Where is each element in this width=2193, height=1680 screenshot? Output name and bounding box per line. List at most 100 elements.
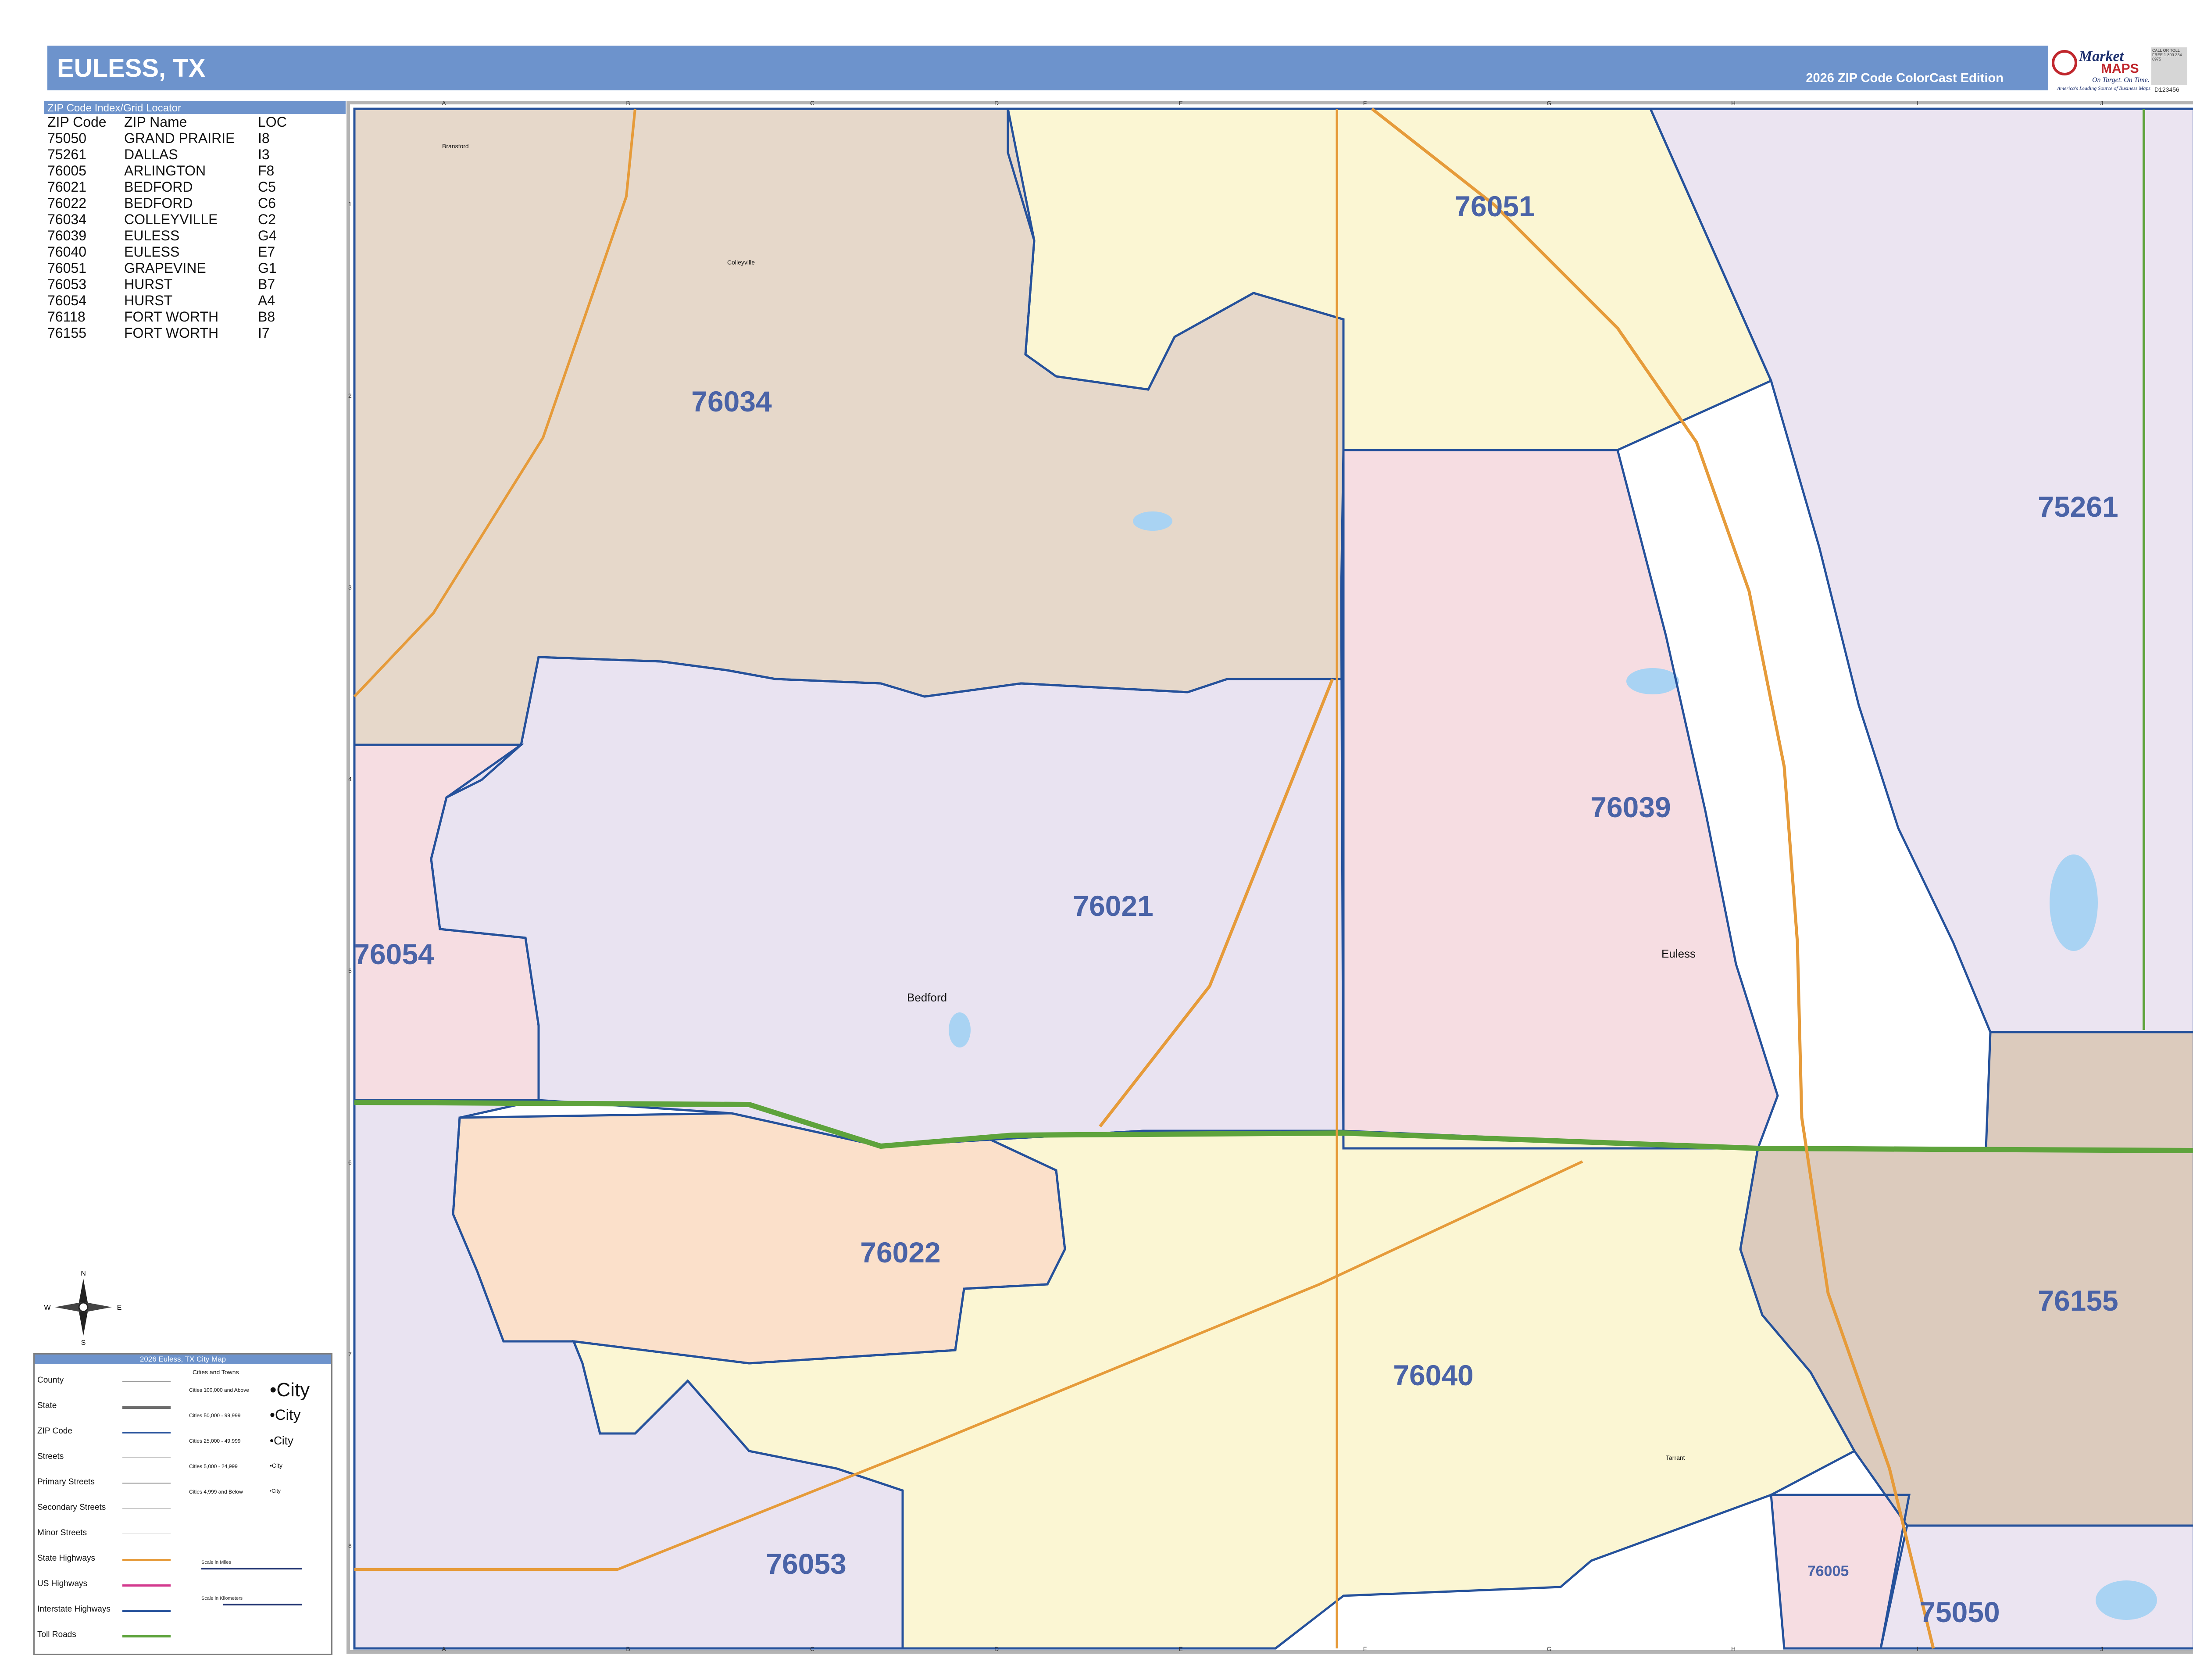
zip-index-row: 76021 BEDFORD C5 [47, 179, 296, 195]
legend-line-sample [122, 1635, 171, 1637]
zip-index-col-name: ZIP Name [124, 114, 187, 130]
legend-city-tier: Cities 100,000 and Above [189, 1387, 249, 1393]
legend-line-sample [122, 1584, 171, 1587]
legend-scale-km-bar [223, 1604, 302, 1605]
compass-s: S [81, 1339, 86, 1347]
grid-row-label: 6 [348, 1159, 352, 1166]
zip-index-name: FORT WORTH [124, 325, 219, 341]
zip-index-zip: 76051 [47, 260, 86, 276]
zip-label-76005: 76005 [1807, 1563, 1849, 1580]
zip-index-loc: C2 [258, 211, 276, 227]
legend-item-label: State [37, 1401, 57, 1410]
zip-index-loc: B7 [258, 276, 275, 292]
grid-column-label: H [1731, 101, 1736, 107]
city-label-colleyville: Colleyville [727, 259, 755, 266]
zip-index-zip: 76155 [47, 325, 86, 341]
zip-index-row: 76118 FORT WORTH B8 [47, 309, 296, 325]
zip-index-row: 76053 HURST B7 [47, 276, 296, 293]
logo-tagline: On Target. On Time. [2092, 76, 2150, 84]
zip-index-row: 75261 DALLAS I3 [47, 147, 296, 163]
map-title: EULESS, TX [57, 54, 206, 82]
legend-line-sample [122, 1381, 171, 1382]
legend-city-sample: •City [270, 1407, 301, 1423]
city-label-euless: Euless [1661, 947, 1696, 960]
grid-column-label: A [442, 101, 446, 107]
zip-index-col-loc: LOC [258, 114, 287, 130]
zip-index-name: ARLINGTON [124, 163, 206, 179]
zip-label-75261: 75261 [2038, 490, 2118, 523]
zip-index-zip: 76034 [47, 211, 86, 227]
zip-index-name: GRAPEVINE [124, 260, 206, 276]
legend-city-tier: Cities 50,000 - 99,999 [189, 1412, 241, 1419]
grid-row-label: 5 [348, 967, 352, 974]
zip-index-name: GRAND PRAIRIE [124, 130, 235, 146]
zip-index-loc: A4 [258, 293, 275, 308]
zip-index-title: ZIP Code Index/Grid Locator [44, 101, 346, 114]
zip-index-name: EULESS [124, 228, 180, 243]
zip-index-header-row: ZIP Code ZIP Name LOC [47, 114, 296, 130]
lake-euless [1626, 668, 1679, 694]
zip-index-name: DALLAS [124, 147, 178, 162]
city-label-tarrant: Tarrant [1666, 1454, 1685, 1461]
zip-index-name: COLLEYVILLE [124, 211, 218, 227]
grid-column-label: B [626, 1645, 630, 1652]
legend-item-label: US Highways [37, 1579, 88, 1588]
grid-row-label: 4 [348, 776, 352, 783]
zip-index-row: 76040 EULESS E7 [47, 244, 296, 260]
grid-row-label: 1 [348, 200, 352, 207]
zip-index-loc: I8 [258, 130, 270, 146]
lake-colleyville [1133, 511, 1172, 531]
market-maps-logo: Market MAPS On Target. On Time. America'… [2048, 46, 2193, 95]
zip-index-panel: ZIP Code Index/Grid Locator ZIP Code ZIP… [44, 101, 346, 341]
zip-index-row: 76051 GRAPEVINE G1 [47, 260, 296, 276]
map-canvas[interactable]: 7603476051752617603976021760547602276040… [346, 101, 2193, 1654]
logo-tagline-2: America's Leading Source of Business Map… [2057, 85, 2151, 91]
zip-label-76022: 76022 [860, 1236, 941, 1269]
zip-area-76021[interactable] [431, 657, 1343, 1146]
zip-index-loc: I7 [258, 325, 270, 341]
grid-column-label: G [1547, 101, 1552, 107]
zip-index-zip: 76021 [47, 179, 86, 195]
lake-east [2050, 854, 2098, 951]
legend-cities-title: Cities and Towns [193, 1369, 239, 1376]
legend-city-tier: Cities 5,000 - 24,999 [189, 1463, 238, 1469]
zip-label-76051: 76051 [1454, 190, 1535, 222]
legend-item-label: Minor Streets [37, 1528, 87, 1537]
legend-line-sample [122, 1533, 171, 1534]
compass-e: E [117, 1304, 122, 1312]
logo-mark-icon [2052, 50, 2077, 75]
zip-index-name: FORT WORTH [124, 309, 219, 325]
zip-label-76054: 76054 [354, 938, 434, 970]
zip-index-table: ZIP Code ZIP Name LOC 75050 GRAND PRAIRIE… [47, 114, 296, 341]
map-legend: 2026 Euless, TX City Map County State ZIP … [33, 1353, 332, 1655]
logo-contact-badge: CALL OR TOLL FREE 1-800-334-6975 [2151, 47, 2187, 85]
legend-item-label: Toll Roads [37, 1630, 76, 1639]
grid-row-label: 3 [348, 584, 352, 591]
zip-index-zip: 76039 [47, 228, 86, 243]
zip-index-zip: 76040 [47, 244, 86, 260]
city-label-bedford: Bedford [907, 991, 947, 1004]
legend-title: 2026 Euless, TX City Map [35, 1355, 331, 1364]
legend-item-label: County [37, 1376, 64, 1385]
zip-index-col-zip: ZIP Code [47, 114, 107, 130]
legend-line-sample [122, 1610, 171, 1612]
grid-row-label: 7 [348, 1351, 352, 1358]
legend-scale-miles: Scale in Miles [201, 1560, 231, 1565]
title-bar: EULESS, TX 2026 ZIP Code ColorCast Editi… [47, 46, 2190, 90]
zip-label-75050: 75050 [1919, 1596, 2000, 1628]
map-frame[interactable]: 76034 76051 75261 76039 76021 76054 76022 76040… [346, 101, 2193, 1654]
legend-item-label: Interstate Highways [37, 1605, 111, 1614]
grid-column-label: B [626, 101, 630, 107]
legend-item-label: Streets [37, 1452, 64, 1461]
grid-column-label: D [994, 101, 999, 107]
grid-column-label: H [1731, 1645, 1736, 1652]
zip-index-row: 76005 ARLINGTON F8 [47, 163, 296, 179]
legend-city-sample: •City [270, 1488, 281, 1494]
zip-index-zip: 76118 [47, 309, 86, 325]
grid-column-label: D [994, 1645, 999, 1652]
zip-label-76155: 76155 [2038, 1284, 2118, 1317]
zip-index-loc: G4 [258, 228, 277, 243]
zip-index-row: 75050 GRAND PRAIRIE I8 [47, 130, 296, 147]
legend-line-sample [122, 1406, 171, 1409]
edition-label: 2026 ZIP Code ColorCast Edition [1806, 71, 2004, 85]
